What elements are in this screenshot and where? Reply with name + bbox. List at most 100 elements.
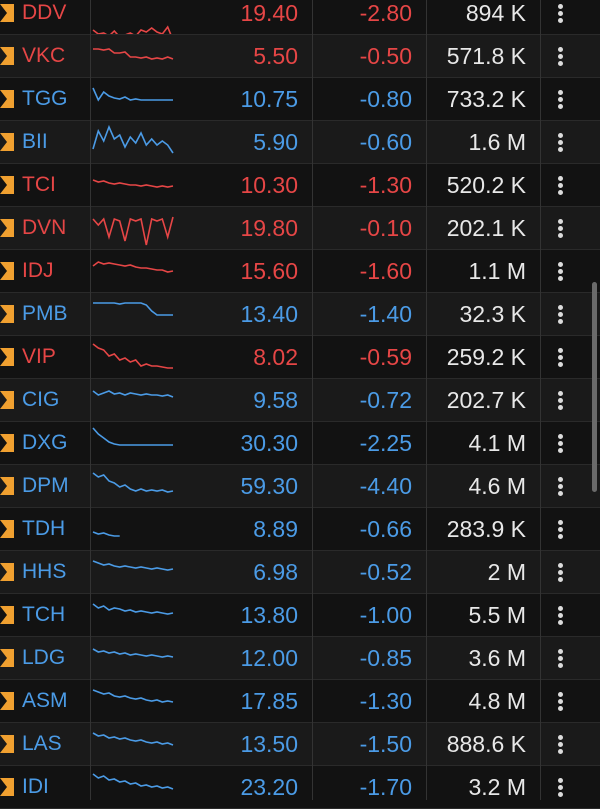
sparkline-chart [91,723,178,765]
stock-price: 19.80 [240,215,298,241]
more-options-icon[interactable] [542,0,580,34]
stock-symbol: LAS [22,732,62,755]
stock-symbol: IDJ [22,259,54,282]
stock-symbol: LDG [22,646,66,669]
price-change: -1.50 [359,731,412,757]
sparkline-path [92,25,172,34]
stock-price: 13.40 [240,301,298,327]
sparkline-path [92,773,174,790]
sparkline-chart [91,465,178,507]
sparkline-path [93,48,174,60]
price-change: -2.25 [359,430,412,456]
scrollbar[interactable] [592,282,597,492]
stock-symbol: IDI [22,775,49,798]
stock-symbol: VIP [22,345,56,368]
trade-volume: 733.2 K [446,86,526,112]
trade-volume: 3.2 M [468,774,526,800]
sparkline-path [92,427,173,446]
sparkline-path [92,732,174,746]
sparkline-chart [91,594,178,636]
flag-icon [0,35,14,77]
flag-icon [0,422,14,464]
trade-volume: 202.7 K [446,387,526,413]
stock-symbol: TDH [22,517,66,540]
more-options-icon[interactable] [542,680,580,722]
trade-volume: 894 K [465,0,526,26]
more-options-icon[interactable] [542,465,580,507]
stock-symbol: TGG [22,87,68,110]
more-options-icon[interactable] [542,207,580,249]
flag-icon [0,680,14,722]
sparkline-path [92,261,174,273]
more-options-icon[interactable] [542,551,580,593]
stock-symbol: DPM [22,474,69,497]
trade-volume: 202.1 K [446,215,526,241]
sparkline-chart [91,207,178,249]
more-options-icon[interactable] [542,379,580,421]
more-options-icon[interactable] [542,164,580,206]
stock-symbol: DDV [22,1,67,24]
price-change: -1.60 [359,258,412,284]
stock-symbol: PMB [22,302,68,325]
stock-price: 17.85 [240,688,298,714]
stock-symbol: HHS [22,560,67,583]
stock-price: 23.20 [240,774,298,800]
more-options-icon[interactable] [542,637,580,679]
more-options-icon[interactable] [542,121,580,163]
sparkline-path [92,689,174,703]
column-divider [90,0,91,800]
stock-price: 8.89 [253,516,298,542]
price-change: -1.40 [359,301,412,327]
stock-price: 13.50 [240,731,298,757]
sparkline-path [92,603,174,615]
trade-volume: 1.1 M [468,258,526,284]
price-change: -4.40 [359,473,412,499]
sparkline-path [92,343,173,369]
stock-symbol: DXG [22,431,68,454]
stock-price: 10.30 [240,172,298,198]
stock-price: 13.80 [240,602,298,628]
trade-volume: 4.1 M [468,430,526,456]
trade-volume: 2 M [487,559,526,585]
trade-volume: 4.8 M [468,688,526,714]
flag-icon [0,293,14,335]
trade-volume: 571.8 K [446,43,526,69]
price-change: -0.66 [359,516,412,542]
stock-symbol: ASM [22,689,68,712]
stock-price: 19.40 [240,0,298,26]
sparkline-chart [91,121,178,163]
more-options-icon[interactable] [542,35,580,77]
stock-symbol: DVN [22,216,67,239]
flag-icon [0,723,14,765]
flag-icon [0,336,14,378]
stock-price: 6.98 [253,559,298,585]
stock-symbol: TCH [22,603,66,626]
sparkline-chart [91,766,178,808]
more-options-icon[interactable] [542,293,580,335]
more-options-icon[interactable] [542,508,580,550]
flag-icon [0,379,14,421]
sparkline-chart [91,508,178,550]
price-change: -1.30 [359,172,412,198]
more-options-icon[interactable] [542,594,580,636]
more-options-icon[interactable] [542,250,580,292]
trade-volume: 283.9 K [446,516,526,542]
flag-icon [0,551,14,593]
more-options-icon[interactable] [542,766,580,808]
price-change: -1.30 [359,688,412,714]
more-options-icon[interactable] [542,336,580,378]
price-change: -2.80 [359,0,412,26]
stock-price: 5.50 [253,43,298,69]
more-options-icon[interactable] [542,723,580,765]
flag-icon [0,465,14,507]
trade-volume: 32.3 K [459,301,527,327]
stock-price: 8.02 [253,344,298,370]
sparkline-path [92,390,174,398]
stock-symbol: BII [22,130,48,153]
more-options-icon[interactable] [542,422,580,464]
sparkline-chart [91,422,178,464]
column-divider [540,0,541,800]
sparkline-chart [91,35,178,77]
sparkline-path [92,648,174,658]
more-options-icon[interactable] [542,78,580,120]
